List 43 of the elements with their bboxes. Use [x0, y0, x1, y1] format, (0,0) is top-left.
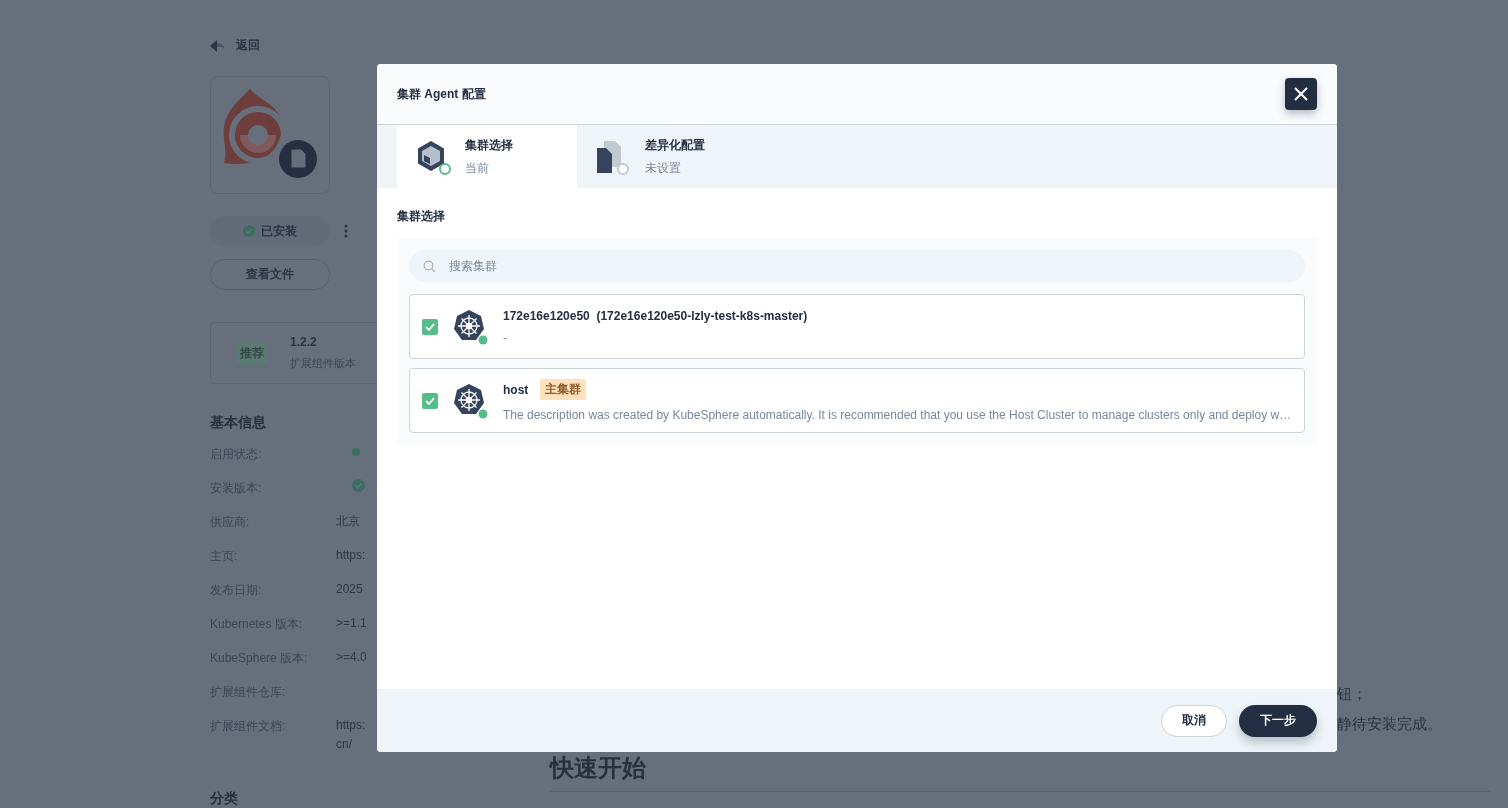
primary-cluster-tag: 主集群: [540, 379, 587, 400]
cluster-description: The description was created by KubeSphere automatically. It is recommended that you use the Host Cluster to manage clusters only and deploy w…: [503, 408, 1292, 422]
step-title: 差异化配置: [645, 136, 705, 154]
back-label: 返回: [236, 37, 260, 55]
basic-info-heading: 基本信息: [210, 414, 267, 432]
cluster-card[interactable]: 172e16e120e50 (172e16e120e50-lzly-test-k8s-master) -: [409, 294, 1305, 359]
category-heading: 分类: [210, 790, 239, 808]
content-text: 钮；: [1337, 684, 1367, 704]
info-value: >=4.0: [336, 649, 368, 666]
file-step-icon: [595, 138, 631, 175]
check-icon: [425, 322, 435, 331]
search-field[interactable]: 搜索集群: [409, 250, 1305, 282]
cluster-card[interactable]: host 主集群 The description was created by KubeSphere automatically. It is recommended that you use the Host Cluster to manage clusters only and deploy w…: [409, 368, 1305, 433]
step-status: 未设置: [645, 159, 682, 177]
cluster-description: -: [503, 330, 508, 345]
content-text: 静待安装完成。: [1337, 714, 1442, 734]
info-value: 2025: [336, 581, 364, 598]
check-icon: [425, 396, 435, 405]
cluster-name: host: [503, 382, 529, 397]
version-number: 1.2.2: [290, 335, 318, 350]
back-arrow-icon: [210, 39, 226, 52]
status-dot: [352, 448, 360, 456]
info-value: https:: [336, 547, 367, 564]
info-value: https: cn/: [336, 717, 367, 753]
close-button[interactable]: [1285, 78, 1317, 110]
step-title: 集群选择: [465, 136, 513, 154]
more-icon[interactable]: [344, 224, 348, 239]
quick-start-heading: 快速开始: [550, 753, 1490, 792]
checkbox[interactable]: [422, 318, 438, 335]
step-tab[interactable]: 差异化配置 未设置: [577, 125, 757, 188]
modal-title: 集群 Agent 配置: [397, 85, 486, 103]
close-icon: [1294, 87, 1308, 101]
cancel-button[interactable]: 取消: [1161, 704, 1227, 737]
section-title: 集群选择: [397, 208, 446, 225]
step-status: 当前: [465, 159, 490, 177]
checkbox[interactable]: [422, 392, 438, 409]
next-button[interactable]: 下一步: [1239, 704, 1317, 737]
check-circle-icon: [243, 225, 255, 238]
info-value: >=1.1: [336, 615, 368, 632]
step-tab[interactable]: 集群选择 当前: [397, 125, 577, 188]
cluster-step-icon: [415, 138, 451, 175]
check-circle-icon: [352, 479, 365, 492]
cluster-name: 172e16e120e50 (172e16e120e50-lzly-test-k8s-master): [503, 308, 808, 323]
